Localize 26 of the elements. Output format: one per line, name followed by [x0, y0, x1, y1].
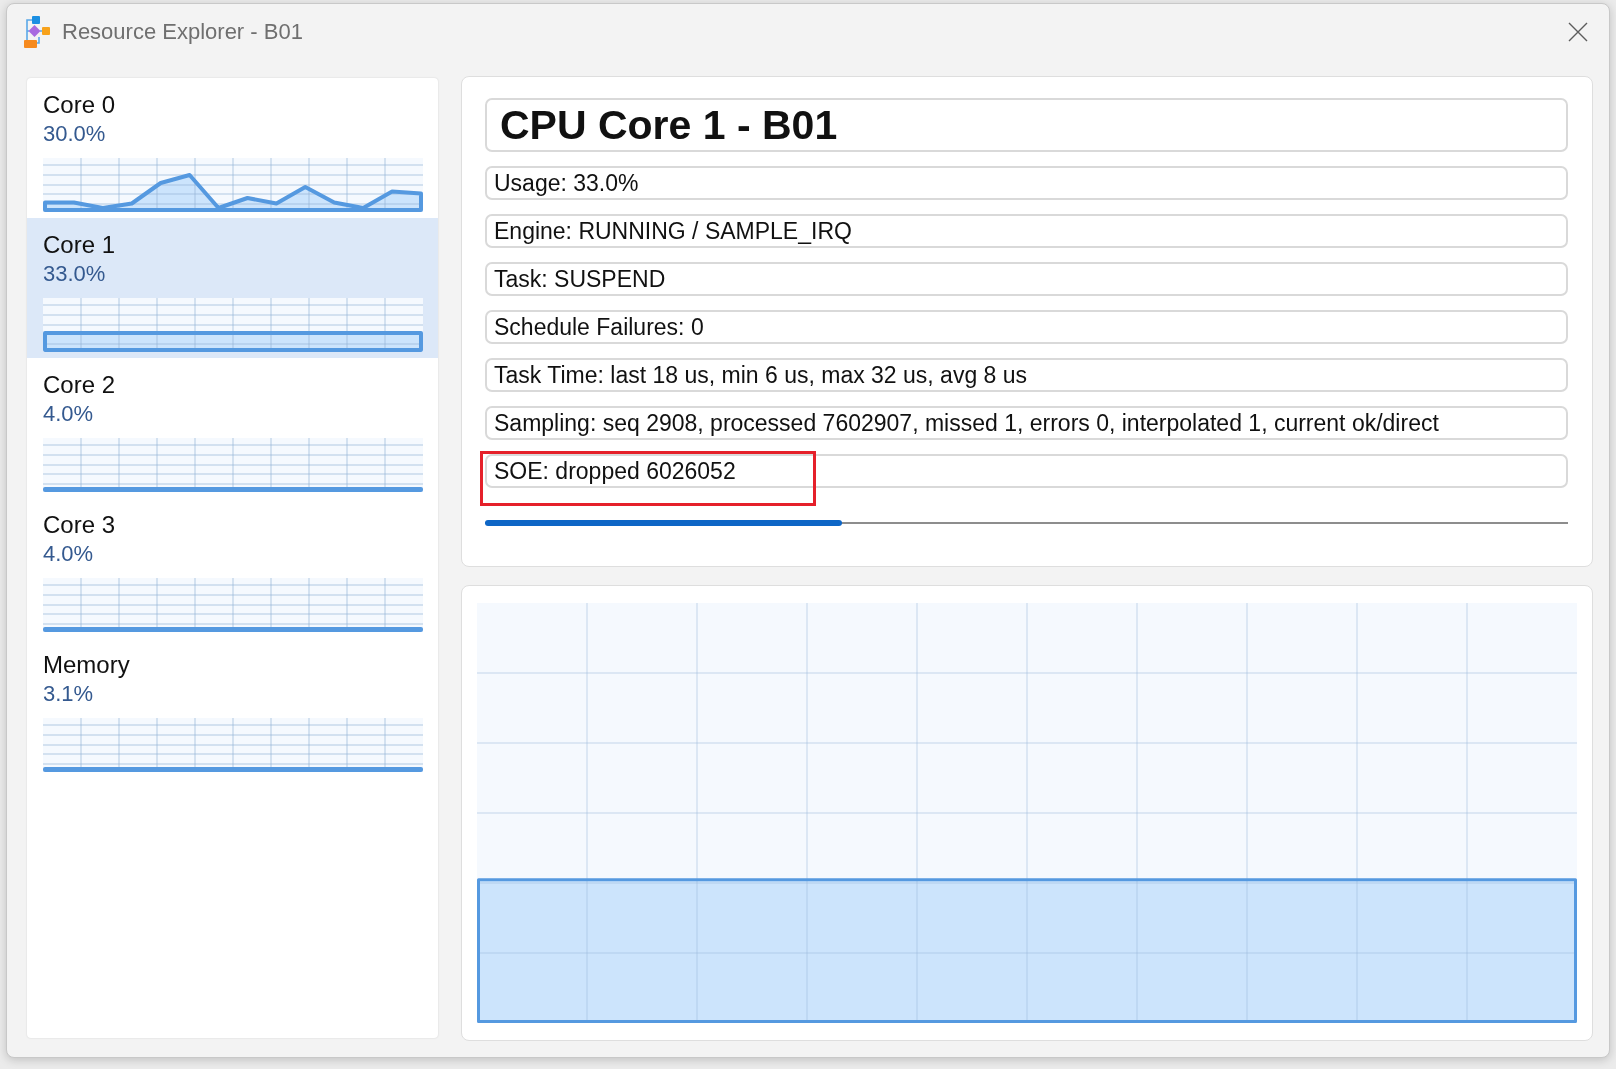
close-icon: [1568, 22, 1588, 42]
core-usage-value: 30.0%: [43, 120, 106, 148]
title-field: CPU Core 1 - B01: [485, 98, 1568, 152]
core-name: Core 2: [43, 370, 116, 400]
core-usage-value: 4.0%: [43, 540, 94, 568]
status-field: Engine: RUNNING / SAMPLE_IRQ: [485, 214, 1568, 248]
core-list-item[interactable]: Core 3 4.0%: [27, 498, 438, 638]
status-field: Sampling: seq 2908, processed 7602907, missed 1, errors 0, interpolated 1, current ok/direct: [485, 406, 1568, 440]
status-field: Schedule Failures: 0: [485, 310, 1568, 344]
core-list-item[interactable]: Core 2 4.0%: [27, 358, 438, 498]
core-name: Core 3: [43, 510, 116, 540]
app-icon: [24, 16, 50, 48]
status-field: Usage: 33.0%: [485, 166, 1568, 200]
core-name: Memory: [43, 650, 130, 680]
core-usage-value: 4.0%: [43, 400, 94, 428]
core-name: Core 1: [43, 230, 116, 260]
core-name: Core 0: [43, 90, 116, 120]
window-title: Resource Explorer - B01: [62, 19, 303, 45]
core-usage-value: 33.0%: [43, 260, 106, 288]
status-field: Task: SUSPEND: [485, 262, 1568, 296]
core-list-item[interactable]: Memory 3.1%: [27, 638, 438, 778]
status-field: SOE: dropped 6026052: [485, 454, 1568, 488]
core-usage-value: 3.1%: [43, 680, 94, 708]
status-field: Task Time: last 18 us, min 6 us, max 32 us, avg 8 us: [485, 358, 1568, 392]
core-list-item[interactable]: Core 1 33.0%: [27, 218, 438, 358]
core-list-item[interactable]: Core 0 30.0%: [27, 78, 438, 218]
